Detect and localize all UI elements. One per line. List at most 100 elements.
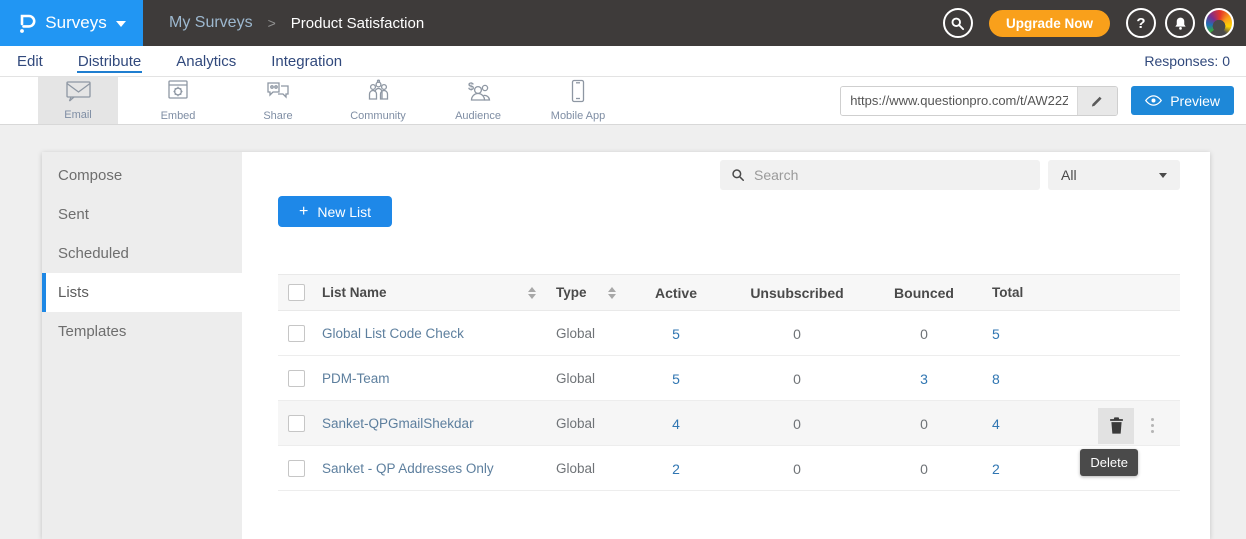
delete-list-button[interactable] bbox=[1098, 408, 1134, 444]
plus-icon: + bbox=[299, 203, 308, 221]
survey-url-group bbox=[840, 86, 1118, 116]
channel-mobile-app[interactable]: Mobile App bbox=[528, 77, 628, 124]
community-icon bbox=[366, 79, 391, 108]
breadcrumb-my-surveys[interactable]: My Surveys bbox=[169, 14, 253, 32]
active-count[interactable]: 5 bbox=[628, 371, 724, 387]
bell-icon bbox=[1173, 16, 1188, 31]
channel-audience[interactable]: $ Audience bbox=[428, 77, 528, 124]
new-list-button[interactable]: + New List bbox=[278, 196, 392, 227]
unsubscribed-count: 0 bbox=[724, 371, 870, 387]
toolbar-right: Preview bbox=[840, 77, 1246, 124]
tab-edit[interactable]: Edit bbox=[16, 50, 44, 73]
list-name-link[interactable]: Global List Code Check bbox=[322, 326, 536, 341]
mobile-app-icon bbox=[571, 79, 585, 108]
column-active: Active bbox=[628, 285, 724, 301]
row-checkbox-cell bbox=[278, 325, 322, 342]
upgrade-now-button[interactable]: Upgrade Now bbox=[989, 10, 1110, 37]
total-count[interactable]: 8 bbox=[978, 371, 1050, 387]
product-switcher[interactable]: Surveys bbox=[0, 0, 143, 46]
chevron-down-icon bbox=[1159, 173, 1167, 182]
sort-icon[interactable] bbox=[528, 283, 536, 303]
product-name: Surveys bbox=[45, 13, 106, 33]
row-checkbox-cell bbox=[278, 415, 322, 432]
search-button[interactable] bbox=[943, 8, 973, 38]
sidebar-item-sent[interactable]: Sent bbox=[42, 195, 242, 234]
table-row: Sanket - QP Addresses OnlyGlobal2002 bbox=[278, 446, 1180, 491]
active-count[interactable]: 4 bbox=[628, 416, 724, 432]
list-search-box bbox=[720, 160, 1040, 190]
question-mark-icon: ? bbox=[1136, 15, 1145, 32]
total-count[interactable]: 5 bbox=[978, 326, 1050, 342]
search-icon bbox=[731, 168, 745, 182]
user-avatar[interactable] bbox=[1204, 8, 1234, 38]
list-name-link[interactable]: PDM-Team bbox=[322, 371, 536, 386]
svg-text:$: $ bbox=[468, 81, 474, 93]
filter-selected-value: All bbox=[1061, 167, 1077, 183]
channel-label: Audience bbox=[455, 110, 501, 122]
preview-label: Preview bbox=[1170, 93, 1220, 109]
sidebar-item-scheduled[interactable]: Scheduled bbox=[42, 234, 242, 273]
table-body: Global List Code CheckGlobal5005PDM-Team… bbox=[278, 311, 1180, 491]
breadcrumb-separator: > bbox=[268, 15, 276, 31]
list-name-link[interactable]: Sanket-QPGmailShekdar bbox=[322, 416, 536, 431]
preview-button[interactable]: Preview bbox=[1131, 86, 1234, 115]
channel-label: Email bbox=[64, 109, 92, 121]
sidebar-item-templates[interactable]: Templates bbox=[42, 312, 242, 351]
row-checkbox[interactable] bbox=[288, 325, 305, 342]
list-type: Global bbox=[536, 461, 628, 476]
sidebar-item-lists[interactable]: Lists bbox=[42, 273, 242, 312]
active-count[interactable]: 2 bbox=[628, 461, 724, 477]
channel-email[interactable]: Email bbox=[38, 77, 118, 124]
channel-label: Share bbox=[263, 110, 292, 122]
row-menu-button[interactable] bbox=[1147, 414, 1158, 437]
bounced-count: 0 bbox=[870, 326, 978, 342]
row-checkbox-cell bbox=[278, 460, 322, 477]
row-actions bbox=[1050, 356, 1180, 401]
column-type[interactable]: Type bbox=[536, 283, 628, 303]
sort-icon[interactable] bbox=[608, 283, 616, 303]
email-icon bbox=[65, 80, 92, 107]
email-sidebar: ComposeSentScheduledListsTemplates bbox=[42, 152, 242, 539]
list-type: Global bbox=[536, 326, 628, 341]
table-header-row: List Name Type Active Unsubscribed Bounc… bbox=[278, 274, 1180, 311]
row-checkbox[interactable] bbox=[288, 370, 305, 387]
table-row: Sanket-QPGmailShekdarGlobal4004Delete bbox=[278, 401, 1180, 446]
breadcrumb: My Surveys > Product Satisfaction bbox=[169, 14, 424, 32]
total-count[interactable]: 2 bbox=[978, 461, 1050, 477]
search-input[interactable] bbox=[754, 167, 1029, 183]
row-actions: Delete bbox=[1050, 401, 1180, 446]
tab-distribute[interactable]: Distribute bbox=[77, 50, 142, 73]
page-title: Product Satisfaction bbox=[291, 15, 424, 32]
tab-analytics[interactable]: Analytics bbox=[175, 50, 237, 73]
lists-main: All + New List List Name Type bbox=[242, 152, 1210, 539]
trash-icon bbox=[1108, 416, 1125, 435]
survey-url-input[interactable] bbox=[841, 87, 1077, 115]
edit-url-button[interactable] bbox=[1077, 87, 1117, 115]
search-row: All bbox=[278, 160, 1180, 190]
help-button[interactable]: ? bbox=[1126, 8, 1156, 38]
active-count[interactable]: 5 bbox=[628, 326, 724, 342]
bounced-count[interactable]: 3 bbox=[870, 371, 978, 387]
eye-icon bbox=[1145, 94, 1162, 107]
channel-embed[interactable]: Embed bbox=[128, 77, 228, 124]
list-name-link[interactable]: Sanket - QP Addresses Only bbox=[322, 461, 536, 476]
select-all-checkbox[interactable] bbox=[288, 284, 305, 301]
column-list-name[interactable]: List Name bbox=[322, 283, 536, 303]
sidebar-item-compose[interactable]: Compose bbox=[42, 156, 242, 195]
top-bar: Surveys My Surveys > Product Satisfactio… bbox=[0, 0, 1246, 46]
chevron-down-icon bbox=[116, 21, 126, 32]
delete-tooltip: Delete bbox=[1080, 449, 1138, 476]
total-count[interactable]: 4 bbox=[978, 416, 1050, 432]
channel-community[interactable]: Community bbox=[328, 77, 428, 124]
channel-share[interactable]: Share bbox=[228, 77, 328, 124]
row-checkbox[interactable] bbox=[288, 415, 305, 432]
row-actions bbox=[1050, 311, 1180, 356]
lists-table: List Name Type Active Unsubscribed Bounc… bbox=[278, 274, 1180, 491]
notifications-button[interactable] bbox=[1165, 8, 1195, 38]
unsubscribed-count: 0 bbox=[724, 416, 870, 432]
row-checkbox[interactable] bbox=[288, 460, 305, 477]
column-bounced: Bounced bbox=[870, 285, 978, 301]
list-filter-dropdown[interactable]: All bbox=[1048, 160, 1180, 190]
bounced-count: 0 bbox=[870, 416, 978, 432]
tab-integration[interactable]: Integration bbox=[270, 50, 343, 73]
